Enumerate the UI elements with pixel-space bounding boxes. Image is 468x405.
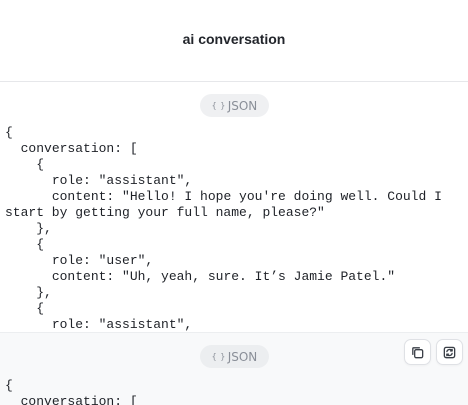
message-block: { } JSON { conversation: [ { role: "assi…	[0, 82, 468, 332]
braces-icon: { }	[211, 101, 225, 110]
code-line: conversation: [	[5, 394, 138, 405]
code-line: conversation: [	[5, 141, 138, 156]
json-badge: { } JSON	[200, 345, 269, 368]
json-code-block: { conversation: [ { role: "assistant", c…	[5, 125, 460, 332]
header: ai conversation	[0, 0, 468, 82]
copy-button[interactable]	[404, 339, 431, 365]
copy-icon	[412, 346, 424, 358]
badge-label: JSON	[227, 98, 258, 113]
code-line: {	[5, 301, 45, 316]
code-line: role: "user",	[5, 253, 154, 268]
code-line: },	[5, 285, 52, 300]
code-line: role: "assistant",	[5, 173, 193, 188]
code-line: role: "assistant",	[5, 317, 193, 332]
code-line: {	[5, 157, 45, 172]
code-line: {	[5, 125, 13, 140]
regenerate-button[interactable]	[436, 339, 463, 365]
json-code-block: { conversation: [	[5, 378, 460, 405]
code-line: content: "Uh, yeah, sure. It’s Jamie Pat…	[5, 269, 396, 284]
code-line: {	[5, 378, 13, 393]
code-line: content: "Hello! I hope you're doing wel…	[5, 189, 450, 220]
conversation-page: ai conversation { } JSON { conversation:…	[0, 0, 468, 405]
badge-label: JSON	[227, 349, 258, 364]
code-line: },	[5, 221, 52, 236]
json-badge: { } JSON	[200, 94, 269, 117]
message-block: { } JSON { conversation: [	[0, 332, 468, 405]
braces-icon: { }	[211, 352, 225, 361]
refresh-icon	[443, 346, 456, 358]
page-title: ai conversation	[182, 30, 286, 47]
code-line: {	[5, 237, 45, 252]
